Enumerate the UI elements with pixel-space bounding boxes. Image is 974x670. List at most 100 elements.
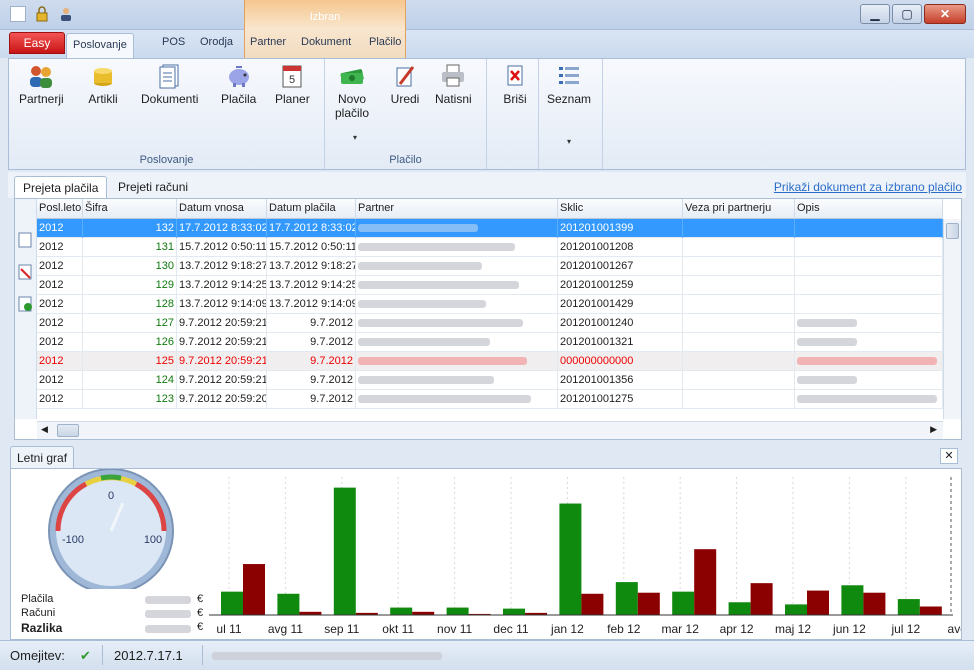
window-buttons: ▁ ▢ ✕ [860, 4, 966, 24]
table-row[interactable]: 2012 131 15.7.2012 0:50:11 15.7.2012 0:50:1… [37, 238, 943, 257]
cell-sklic: 201201001240 [558, 314, 683, 333]
column-header-veza[interactable]: Veza pri partnerju [683, 199, 795, 219]
easy-menu-button[interactable]: Easy [9, 32, 65, 54]
tab-letni-graf[interactable]: Letni graf [10, 446, 75, 468]
planer-button[interactable]: 5 Planer [275, 63, 310, 106]
seznam-button[interactable]: Seznam [547, 63, 591, 106]
cell-sifra: 131 [83, 238, 177, 257]
user-icon[interactable] [58, 6, 74, 22]
scroll-left-icon[interactable]: ◀ [41, 424, 48, 435]
table-row[interactable]: 2012 124 9.7.2012 20:59:21 9.7.2012 20120100… [37, 371, 943, 390]
column-header-opis[interactable]: Opis [795, 199, 943, 219]
cell-placilo-text: 15.7.2012 0:50:11 [269, 241, 356, 253]
horizontal-scrollbar[interactable]: ◀ ▶ [37, 421, 943, 439]
maximize-button[interactable]: ▢ [892, 4, 922, 24]
cell-partner [356, 371, 558, 390]
yearly-bar-chart: ul 11 avg 11 sep 11 okt 11 nov 11 dec 11 jan 1… [209, 477, 961, 636]
partnerji-button[interactable]: Partnerji [19, 63, 64, 106]
list-icon [553, 63, 585, 89]
column-header-sifra[interactable]: Šifra [83, 199, 177, 219]
novo-placilo-button[interactable]: Novo plačilo [335, 63, 369, 120]
cell-leto: 2012 [37, 314, 83, 333]
bar-placila [221, 591, 243, 615]
table-row[interactable]: 2012 123 9.7.2012 20:59:20 9.7.2012 20120100… [37, 390, 943, 409]
table-row[interactable]: 2012 125 9.7.2012 20:59:21 9.7.2012 00000000… [37, 352, 943, 371]
close-button[interactable]: ✕ [924, 4, 966, 24]
cell-leto: 2012 [37, 295, 83, 314]
tab-partner[interactable]: Partner [250, 36, 286, 48]
cell-sifra-text: 132 [155, 222, 174, 234]
x-tick-label: okt 11 [382, 622, 414, 636]
table-row[interactable]: 2012 130 13.7.2012 9:18:27 13.7.2012 9:18:2… [37, 257, 943, 276]
delete-icon [499, 63, 531, 89]
cell-vnos-text: 9.7.2012 20:59:21 [179, 317, 267, 329]
table-row[interactable]: 2012 127 9.7.2012 20:59:21 9.7.2012 20120100… [37, 314, 943, 333]
cell-sklic-text: 201201001275 [560, 393, 634, 405]
tab-prejeta-placila[interactable]: Prejeta plačila [14, 176, 108, 198]
table-row[interactable]: 2012 129 13.7.2012 9:14:25 13.7.2012 9:14:2… [37, 276, 943, 295]
tab-prejeti-racuni[interactable]: Prejeti računi [110, 176, 196, 198]
minimize-button[interactable]: ▁ [860, 4, 890, 24]
seznam-dropdown-icon[interactable]: ▾ [567, 137, 571, 146]
cell-sklic: 201201001321 [558, 333, 683, 352]
tab-dokument[interactable]: Dokument [301, 36, 351, 48]
table-row[interactable]: 2012 132 17.7.2012 8:33:02 17.7.2012 8:33:0… [37, 219, 943, 238]
artikli-button[interactable]: Artikli [87, 63, 119, 106]
horizontal-scroll-thumb[interactable] [57, 424, 79, 437]
x-tick-label: jun 12 [832, 622, 866, 636]
vertical-scroll-thumb[interactable] [946, 223, 959, 239]
app-icon[interactable] [10, 6, 26, 22]
table-row[interactable]: 2012 128 13.7.2012 9:14:09 13.7.2012 9:14:0… [37, 295, 943, 314]
panel-close-icon[interactable]: ✕ [940, 448, 958, 464]
balance-gauge: 0 -100 100 [48, 469, 174, 589]
bar-racuni [863, 592, 886, 615]
cell-veza [683, 390, 795, 409]
tab-pos[interactable]: POS [162, 36, 185, 48]
tab-orodja[interactable]: Orodja [200, 36, 233, 48]
cell-sklic: 201201001208 [558, 238, 683, 257]
yearly-graph-panel: 0 -100 100 Plačila Računi Razlika € € € … [10, 468, 962, 640]
cell-vnos: 13.7.2012 9:18:27 [177, 257, 267, 276]
edit-pencil-icon [389, 63, 421, 89]
cell-placilo-text: 9.7.2012 [310, 317, 353, 329]
natisni-button[interactable]: Natisni [435, 63, 472, 106]
dokumenti-button[interactable]: Dokumenti [141, 63, 198, 106]
gauge-min-label: -100 [62, 534, 84, 546]
table-row[interactable]: 2012 126 9.7.2012 20:59:21 9.7.2012 20120100… [37, 333, 943, 352]
redacted-text [358, 281, 519, 290]
cell-sklic: 201201001429 [558, 295, 683, 314]
legend-placila: Plačila [21, 593, 54, 605]
placila-amount [145, 596, 191, 604]
tab-placilo[interactable]: Plačilo [369, 36, 401, 48]
column-header-datum-placila[interactable]: Datum plačila [267, 199, 356, 219]
vertical-scrollbar[interactable] [943, 219, 961, 419]
brisi-button[interactable]: Briši [499, 63, 531, 106]
cell-leto-text: 2012 [39, 355, 64, 367]
scroll-right-icon[interactable]: ▶ [930, 424, 937, 435]
redacted-text [358, 319, 523, 328]
cell-opis [795, 371, 943, 390]
bar-placila [333, 487, 356, 615]
column-header-sklic[interactable]: Sklic [558, 199, 683, 219]
cell-partner [356, 276, 558, 295]
cell-veza [683, 276, 795, 295]
currency-racuni: € [197, 607, 204, 619]
novo-placilo-dropdown-icon[interactable]: ▾ [353, 133, 357, 142]
tab-poslovanje[interactable]: Poslovanje [66, 33, 134, 59]
cell-placilo: 9.7.2012 [267, 371, 356, 390]
cell-vnos-text: 13.7.2012 9:18:27 [179, 260, 267, 272]
uredi-button[interactable]: Uredi [389, 63, 421, 106]
cell-veza [683, 333, 795, 352]
cell-sifra: 125 [83, 352, 177, 371]
lock-icon[interactable] [34, 6, 50, 22]
column-header-posl-leto[interactable]: Posl.leto [37, 199, 83, 219]
coins-icon [87, 63, 119, 89]
x-tick-label: mar 12 [662, 622, 700, 636]
cell-sifra: 124 [83, 371, 177, 390]
column-header-datum-vnosa[interactable]: Datum vnosa [177, 199, 267, 219]
show-document-link[interactable]: Prikaži dokument za izbrano plačilo [774, 180, 962, 194]
cell-leto: 2012 [37, 276, 83, 295]
cell-placilo-text: 9.7.2012 [310, 393, 353, 405]
placila-button[interactable]: Plačila [221, 63, 256, 106]
column-header-partner[interactable]: Partner [356, 199, 558, 219]
